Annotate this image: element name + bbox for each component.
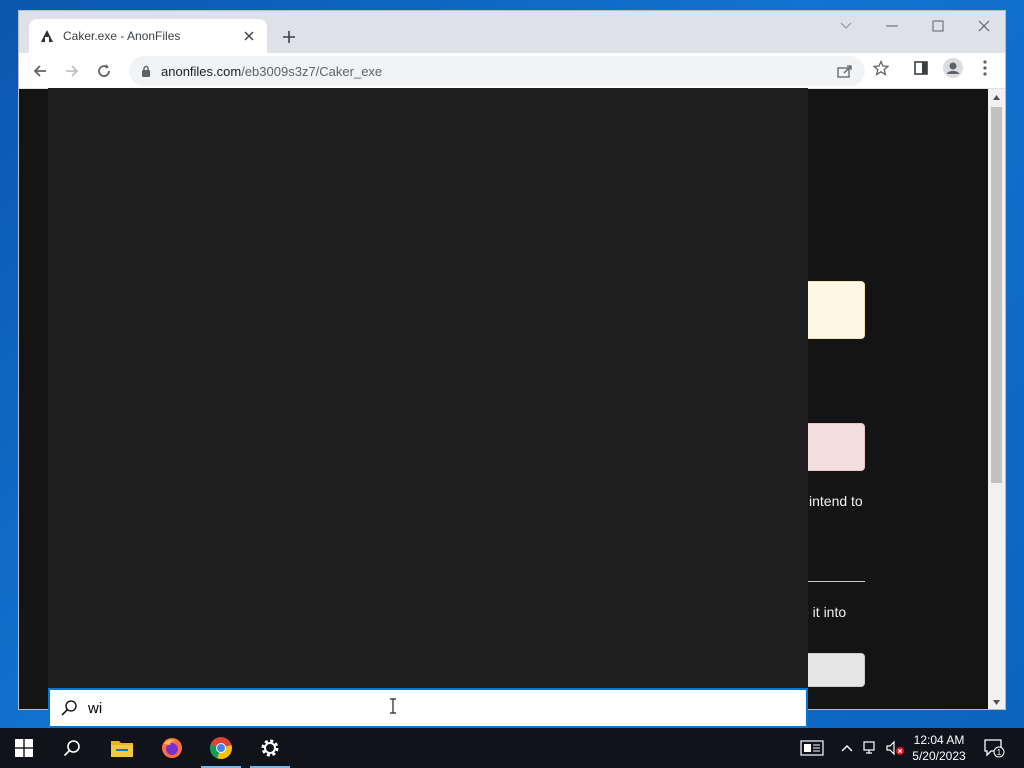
text-cursor-icon	[390, 698, 396, 714]
clock-time: 12:04 AM	[913, 733, 965, 747]
clock-date: 5/20/2023	[912, 749, 966, 763]
volume-muted-icon[interactable]	[884, 736, 906, 760]
show-hidden-icons-chevron-icon[interactable]	[836, 736, 858, 760]
profile-avatar-icon[interactable]	[941, 56, 965, 80]
chrome-icon[interactable]	[197, 728, 245, 768]
tab-strip: Caker.exe - AnonFiles	[19, 11, 1005, 53]
minimize-button[interactable]	[869, 11, 915, 41]
taskbar-search-icon[interactable]	[48, 728, 96, 768]
tab-close-icon[interactable]	[241, 28, 257, 44]
file-explorer-icon[interactable]	[98, 728, 146, 768]
lock-icon[interactable]	[139, 64, 153, 78]
url-domain: anonfiles.com	[161, 63, 242, 79]
page-text-fragment: intend to	[809, 493, 863, 509]
browser-toolbar: anonfiles.com/eb3009s3z7/Caker_exe	[19, 53, 1005, 89]
back-button[interactable]	[28, 59, 52, 83]
page-scrollbar[interactable]	[988, 89, 1005, 709]
share-icon[interactable]	[833, 59, 857, 83]
anonfiles-logo-icon	[39, 28, 55, 44]
menu-kebab-icon[interactable]	[973, 56, 997, 80]
action-center-notification-icon[interactable]: 1	[982, 736, 1006, 760]
windows-start-icon[interactable]	[0, 728, 48, 768]
start-search-results-panel	[48, 88, 808, 688]
scroll-up-icon[interactable]	[992, 93, 1001, 102]
forward-button[interactable]	[60, 59, 84, 83]
taskbar: 12:04 AM 5/20/2023 1	[0, 728, 1024, 768]
network-icon[interactable]	[860, 736, 882, 760]
reload-button[interactable]	[92, 59, 116, 83]
taskbar-clock[interactable]: 12:04 AM 5/20/2023	[906, 732, 972, 764]
close-window-button[interactable]	[961, 11, 1005, 41]
scroll-thumb[interactable]	[991, 107, 1002, 483]
search-icon	[60, 699, 78, 717]
url-text: anonfiles.com/eb3009s3z7/Caker_exe	[161, 64, 382, 79]
address-bar[interactable]: anonfiles.com/eb3009s3z7/Caker_exe	[129, 56, 865, 86]
maximize-button[interactable]	[915, 11, 961, 41]
new-tab-button[interactable]	[277, 25, 301, 49]
scroll-down-icon[interactable]	[992, 698, 1001, 707]
firefox-icon[interactable]	[148, 728, 196, 768]
tab-title: Caker.exe - AnonFiles	[63, 29, 181, 43]
start-search-box[interactable]	[48, 688, 808, 728]
browser-tab[interactable]: Caker.exe - AnonFiles	[29, 19, 267, 53]
side-panel-icon[interactable]	[909, 56, 933, 80]
bookmark-star-icon[interactable]	[869, 56, 893, 80]
url-path: /eb3009s3z7/Caker_exe	[241, 63, 383, 79]
settings-icon[interactable]	[246, 728, 294, 768]
tab-search-button[interactable]	[823, 11, 869, 41]
news-widget-icon[interactable]	[798, 736, 826, 760]
notification-count: 1	[997, 748, 1002, 757]
